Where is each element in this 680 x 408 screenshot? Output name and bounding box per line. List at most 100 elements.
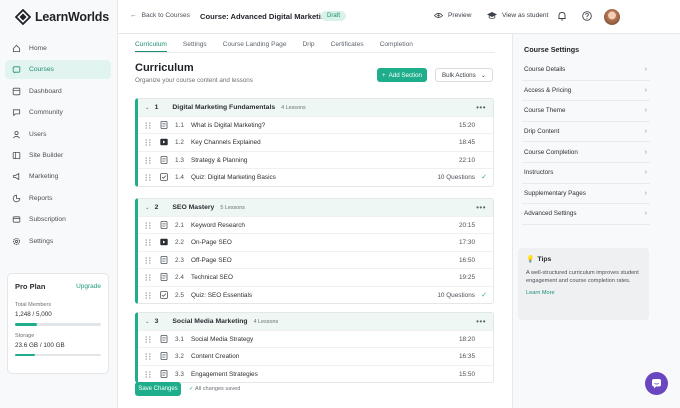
drag-handle-icon[interactable] bbox=[145, 139, 151, 147]
more-options-icon[interactable]: ••• bbox=[476, 103, 486, 112]
preview-button[interactable]: Preview bbox=[434, 12, 471, 19]
lesson-title: Social Media Strategy bbox=[191, 336, 254, 343]
section-header[interactable]: ⌄ 2 SEO Mastery 5 Lessons ••• bbox=[138, 199, 493, 216]
settings-item-label: Access & Pricing bbox=[524, 86, 572, 94]
settings-item-access-pricing[interactable]: Access & Pricing › bbox=[522, 81, 650, 102]
drag-handle-icon[interactable] bbox=[145, 257, 151, 264]
courses-icon bbox=[12, 66, 21, 74]
bell-icon[interactable] bbox=[557, 11, 567, 21]
check-icon: ✓ bbox=[481, 291, 487, 299]
sidebar: LearnWorlds Home Courses Dashboard Communit… bbox=[0, 0, 118, 408]
tab-drip[interactable]: Drip bbox=[303, 41, 315, 52]
sidebar-item-site-builder[interactable]: Site Builder bbox=[5, 146, 111, 165]
bulk-actions-label: Bulk Actions bbox=[442, 71, 476, 79]
learn-more-link[interactable]: Learn More bbox=[526, 290, 641, 296]
more-options-icon[interactable]: ••• bbox=[476, 203, 486, 212]
sidebar-item-dashboard[interactable]: Dashboard bbox=[5, 82, 111, 101]
arrow-left-icon: ← bbox=[130, 12, 137, 19]
save-changes-button[interactable]: Save Changes bbox=[135, 382, 181, 396]
lesson-row[interactable]: 1.4 Quiz: Digital Marketing Basics 10 Ques… bbox=[138, 168, 493, 185]
chevron-down-icon[interactable]: ⌄ bbox=[145, 105, 150, 111]
lesson-row[interactable]: 1.3 Strategy & Planning 22:10 bbox=[138, 150, 493, 168]
check-icon: ✓ bbox=[481, 174, 487, 182]
chevron-right-icon: › bbox=[644, 169, 647, 177]
tab-settings[interactable]: Settings bbox=[183, 41, 207, 52]
drag-handle-icon[interactable] bbox=[145, 336, 151, 343]
drag-handle-icon[interactable] bbox=[145, 157, 151, 164]
drag-handle-icon[interactable] bbox=[145, 291, 151, 299]
tab-completion[interactable]: Completion bbox=[380, 41, 413, 52]
sidebar-item-marketing[interactable]: Marketing bbox=[5, 167, 111, 186]
settings-item-instructors[interactable]: Instructors › bbox=[522, 163, 650, 184]
sidebar-item-settings[interactable]: Settings bbox=[5, 232, 111, 251]
lesson-meta: 19:25 bbox=[459, 274, 475, 282]
section-header[interactable]: ⌄ 1 Digital Marketing Fundamentals 4 Lesson… bbox=[138, 99, 493, 116]
section-header[interactable]: ⌄ 3 Social Media Marketing 4 Lessons ••• bbox=[138, 313, 493, 330]
tab-course-landing-page[interactable]: Course Landing Page bbox=[223, 41, 287, 52]
drag-handle-icon[interactable] bbox=[145, 353, 151, 361]
tab-certificates[interactable]: Certificates bbox=[331, 41, 364, 52]
lesson-title: Content Creation bbox=[191, 353, 240, 361]
drag-handle-icon[interactable] bbox=[145, 371, 151, 378]
settings-item-label: Course Completion bbox=[524, 148, 578, 156]
help-icon[interactable] bbox=[582, 11, 592, 21]
sidebar-item-users[interactable]: Users bbox=[5, 125, 111, 144]
bulk-actions-dropdown[interactable]: Bulk Actions ⌄ bbox=[435, 68, 493, 82]
logo[interactable]: LearnWorlds bbox=[15, 9, 109, 25]
lesson-row[interactable]: 2.3 Off-Page SEO 16:50 bbox=[138, 250, 493, 268]
sidebar-item-courses[interactable]: Courses bbox=[5, 60, 111, 80]
lesson-title: Strategy & Planning bbox=[191, 156, 248, 164]
lesson-row[interactable]: 2.2 On-Page SEO 17:30 bbox=[138, 233, 493, 250]
section-number: 1 bbox=[154, 104, 159, 111]
chevron-right-icon: › bbox=[644, 189, 647, 197]
drag-handle-icon[interactable] bbox=[145, 274, 151, 281]
upgrade-link[interactable]: Upgrade bbox=[76, 283, 101, 290]
chat-button[interactable] bbox=[645, 372, 668, 395]
sidebar-item-reports[interactable]: Reports bbox=[5, 189, 111, 208]
lesson-row[interactable]: 3.3 Engagement Strategies 15:50 bbox=[138, 364, 493, 382]
lesson-row[interactable]: 1.2 Key Channels Explained 18:45 bbox=[138, 133, 493, 150]
plan-title: Pro Plan bbox=[15, 282, 46, 291]
drag-handle-icon[interactable] bbox=[145, 222, 151, 229]
chevron-right-icon: › bbox=[644, 86, 647, 94]
avatar[interactable] bbox=[604, 9, 620, 25]
chevron-down-icon[interactable]: ⌄ bbox=[145, 319, 150, 325]
sidebar-item-home[interactable]: Home bbox=[5, 39, 111, 58]
settings-item-advanced-settings[interactable]: Advanced Settings › bbox=[522, 204, 650, 225]
lesson-row[interactable]: 2.4 Technical SEO 19:25 bbox=[138, 268, 493, 285]
lesson-row[interactable]: 1.1 What is Digital Marketing? 15:20 bbox=[138, 116, 493, 133]
lesson-row[interactable]: 3.1 Social Media Strategy 18:20 bbox=[138, 330, 493, 347]
reports-icon bbox=[12, 194, 21, 202]
drag-handle-icon[interactable] bbox=[145, 122, 151, 129]
document-icon bbox=[160, 369, 168, 378]
sidebar-item-community[interactable]: Community bbox=[5, 103, 111, 122]
chevron-right-icon: › bbox=[644, 66, 647, 74]
lesson-title: Keyword Research bbox=[191, 222, 245, 229]
sidebar-item-subscription[interactable]: Subscription bbox=[5, 210, 111, 229]
settings-item-course-theme[interactable]: Course Theme › bbox=[522, 101, 650, 122]
curriculum-section: ⌄ 1 Digital Marketing Fundamentals 4 Lesson… bbox=[135, 98, 494, 187]
section-lesson-count: 4 Lessons bbox=[253, 318, 279, 325]
back-to-courses-link[interactable]: ← Back to Courses bbox=[130, 12, 190, 19]
lesson-row[interactable]: 2.5 Quiz: SEO Essentials 10 Questions ✓ bbox=[138, 285, 493, 303]
page-subtitle: Organize your course content and lessons bbox=[135, 77, 253, 84]
home-icon bbox=[12, 44, 21, 53]
settings-item-label: Supplementary Pages bbox=[524, 189, 586, 197]
more-options-icon[interactable]: ••• bbox=[476, 317, 486, 326]
storage-value: 23.6 GB / 100 GB bbox=[15, 341, 65, 349]
lesson-row[interactable]: 3.2 Content Creation 16:35 bbox=[138, 347, 493, 364]
settings-item-supplementary-pages[interactable]: Supplementary Pages › bbox=[522, 184, 650, 205]
tab-curriculum[interactable]: Curriculum bbox=[135, 41, 167, 52]
curriculum-section: ⌄ 2 SEO Mastery 5 Lessons ••• 2.1 Keyword Rese… bbox=[135, 198, 494, 304]
settings-item-course-details[interactable]: Course Details › bbox=[522, 60, 650, 81]
settings-item-course-completion[interactable]: Course Completion › bbox=[522, 142, 650, 163]
view-as-student-button[interactable]: View as student bbox=[487, 12, 548, 19]
drag-handle-icon[interactable] bbox=[145, 174, 151, 181]
chevron-down-icon[interactable]: ⌄ bbox=[145, 205, 150, 211]
lesson-row[interactable]: 2.1 Keyword Research 20:15 bbox=[138, 216, 493, 233]
lesson-number: 1.4 bbox=[175, 174, 184, 182]
add-section-button[interactable]: + Add Section bbox=[377, 68, 427, 82]
drag-handle-icon[interactable] bbox=[145, 239, 151, 247]
section-title: Digital Marketing Fundamentals bbox=[172, 104, 276, 111]
settings-item-drip-content[interactable]: Drip Content › bbox=[522, 122, 650, 143]
